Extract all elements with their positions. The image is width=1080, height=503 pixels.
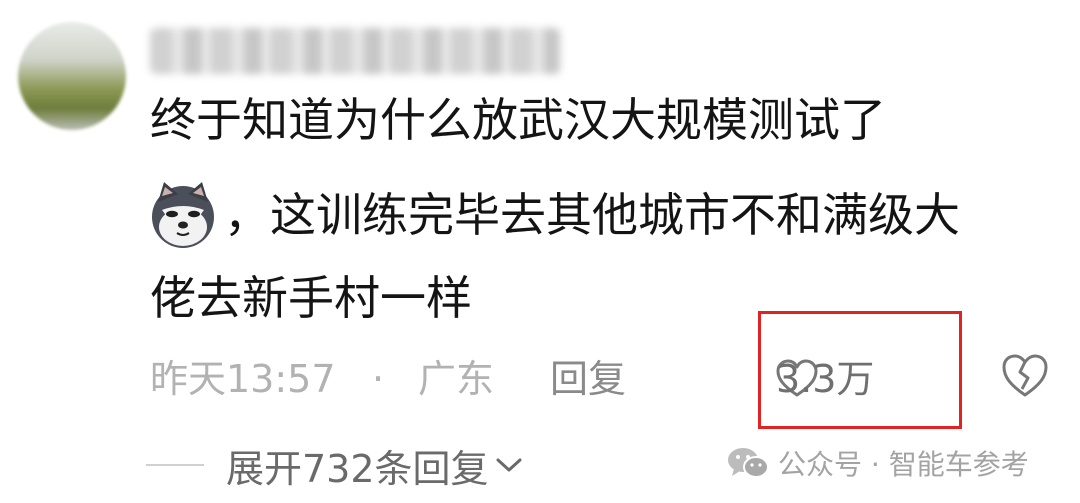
meta-separator: ·	[372, 357, 385, 401]
watermark-text: 公众号 · 智能车参考	[778, 448, 1029, 481]
broken-heart-icon[interactable]	[1001, 353, 1049, 399]
comment-text-line-2-row: ，这训练完毕去其他城市不和满级大	[148, 180, 960, 250]
comment-timestamp: 昨天13:57	[150, 357, 336, 401]
highlight-annotation-box	[758, 311, 962, 429]
wechat-icon	[728, 448, 769, 478]
comment-text-line-3: 佬去新手村一样	[150, 271, 472, 325]
comment-text-line-1: 终于知道为什么放武汉大规模测试了	[150, 93, 886, 147]
watermark: 公众号 · 智能车参考	[726, 440, 1029, 486]
husky-dog-emoji-icon	[152, 182, 214, 248]
reply-button[interactable]: 回复	[550, 352, 626, 406]
chevron-down-icon	[496, 458, 522, 472]
comment-region: 广东	[418, 357, 495, 401]
avatar[interactable]	[18, 22, 126, 130]
expand-divider-line	[146, 464, 204, 466]
expand-replies-button[interactable]: 展开732条回复	[146, 440, 523, 491]
username-blurred[interactable]	[150, 28, 560, 74]
expand-replies-label: 展开732条回复	[226, 446, 489, 491]
comment-text-line-2: ，这训练完毕去其他城市不和满级大	[224, 188, 960, 242]
